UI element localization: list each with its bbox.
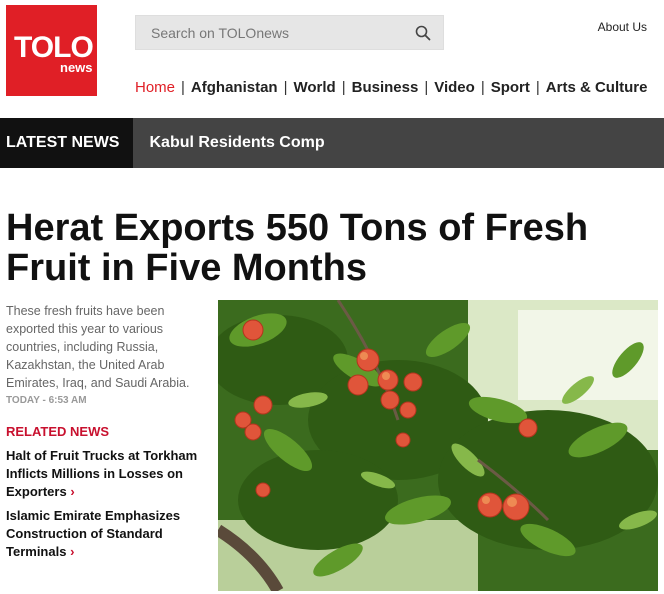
logo-sub: news	[60, 60, 93, 75]
nav-item-arts-culture[interactable]: Arts & Culture	[546, 79, 648, 96]
about-us-link[interactable]: About Us	[598, 20, 647, 34]
related-news-title: RELATED NEWS	[6, 424, 110, 439]
nav-separator: |	[181, 79, 185, 96]
related-news-item-title: Islamic Emirate Emphasizes Construction …	[6, 508, 181, 559]
nav-separator: |	[424, 79, 429, 96]
nav-item-world[interactable]: World	[294, 79, 336, 96]
article-photo[interactable]	[218, 300, 658, 591]
nav-separator: |	[341, 79, 346, 96]
nav-separator: |	[283, 79, 288, 96]
peach-tree-image	[218, 300, 658, 591]
related-news-item[interactable]: Islamic Emirate Emphasizes Construction …	[6, 507, 211, 561]
article-summary: These fresh fruits have been exported th…	[6, 304, 190, 390]
nav-item-business[interactable]: Business	[352, 79, 419, 96]
related-news-item[interactable]: Halt of Fruit Trucks at Torkham Inflicts…	[6, 447, 211, 501]
tolo-news-logo[interactable]: TOLO news	[6, 5, 97, 96]
nav-item-home[interactable]: Home	[135, 79, 175, 96]
related-news-item-title: Halt of Fruit Trucks at Torkham Inflicts…	[6, 448, 198, 499]
latest-news-ticker[interactable]: Kabul Residents Comp	[133, 134, 324, 152]
nav-separator: |	[535, 79, 540, 96]
chevron-right-icon: ›	[70, 544, 75, 559]
search-bar	[135, 15, 444, 50]
latest-news-bar: LATEST NEWS Kabul Residents Comp	[0, 118, 664, 168]
article-timestamp: TODAY - 6:53 AM	[6, 395, 87, 406]
nav-item-video[interactable]: Video	[434, 79, 475, 96]
chevron-right-icon: ›	[70, 484, 75, 499]
nav-separator: |	[480, 79, 485, 96]
main-nav: Home | Afghanistan | World | Business | Video | Sp…	[135, 79, 647, 96]
nav-item-sport[interactable]: Sport	[491, 79, 530, 96]
logo-brand: TOLO	[14, 31, 94, 64]
nav-item-afghanistan[interactable]: Afghanistan	[191, 79, 278, 96]
latest-news-label: LATEST NEWS	[0, 118, 134, 168]
search-icon[interactable]	[403, 16, 443, 49]
article-headline: Herat Exports 550 Tons of Fresh Fruit in…	[6, 207, 589, 289]
search-input[interactable]	[136, 16, 403, 49]
